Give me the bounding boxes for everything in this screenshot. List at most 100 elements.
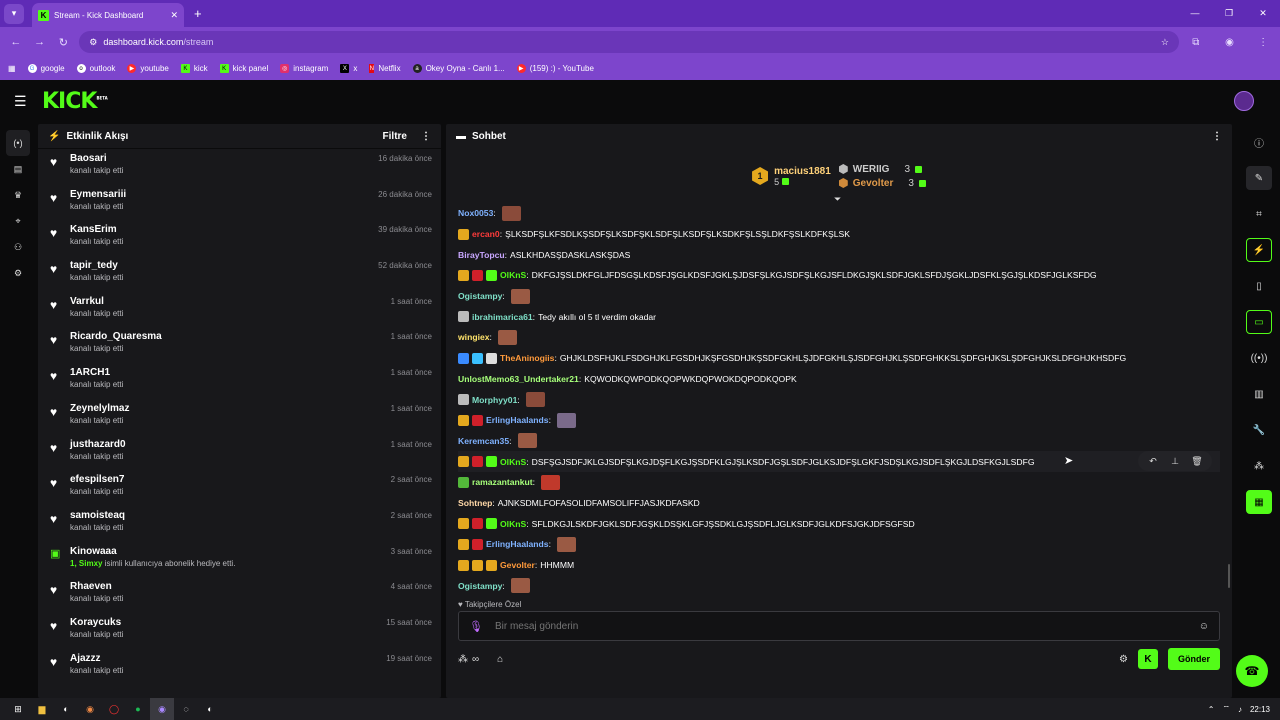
kick-bot-icon[interactable]: K [1137, 649, 1158, 669]
chat-username[interactable]: Keremcan35 [458, 436, 509, 446]
chat-username[interactable]: ibrahimarica61 [472, 312, 533, 322]
activity-item[interactable]: ♥ 1ARCH1 kanalı takip etti 1 saat önce [50, 363, 432, 399]
activity-username[interactable]: efespilsen7 [70, 474, 124, 485]
chat-message[interactable]: wingiex: [458, 327, 1220, 348]
wrench-icon[interactable]: 🔧 [1246, 418, 1272, 442]
new-tab-icon[interactable]: + [194, 6, 202, 21]
chat-message[interactable]: Nox0053: [458, 203, 1220, 224]
store-icon[interactable]: ⌂ [497, 654, 503, 665]
extensions-icon[interactable]: ⧉ [1179, 37, 1213, 48]
spotify-icon[interactable]: ● [126, 698, 150, 720]
chat-message[interactable]: Keremcan35: [458, 431, 1220, 452]
activity-username[interactable]: Kinowaaa [70, 546, 235, 557]
close-window-icon[interactable]: ✕ [1246, 8, 1280, 19]
activity-item[interactable]: ♥ tapir_tedy kanalı takip etti 52 dakika ön… [50, 256, 432, 292]
minimize-icon[interactable]: — [1178, 8, 1212, 19]
bookmark-google[interactable]: Ggoogle [27, 64, 65, 73]
chat-username[interactable]: wingiex [458, 332, 490, 342]
activity-username[interactable]: Koraycuks [70, 617, 123, 628]
activity-item[interactable]: ♥ Rhaeven kanalı takip etti 4 saat önce [50, 577, 432, 613]
clock[interactable]: 22:13 [1250, 705, 1270, 714]
chat-username[interactable]: Nox0053 [458, 208, 493, 218]
edit-icon[interactable]: ✎ [1246, 166, 1272, 190]
volume-icon[interactable]: ♪ [1238, 705, 1242, 714]
forward-icon[interactable]: → [28, 36, 52, 48]
activity-item[interactable]: ♥ Varrkul kanalı takip etti 1 saat önce [50, 292, 432, 328]
tab-search-icon[interactable]: ▾ [4, 3, 24, 24]
chat-message[interactable]: Ogistampy: [458, 575, 1220, 596]
capture-icon[interactable]: ⌗ [1246, 202, 1272, 226]
chat-message[interactable]: TheAninogiis: GHJKLDSFHJKLFSDGHJKLFGSDHJK… [458, 348, 1220, 369]
live-stream-nav-icon[interactable]: (•) [6, 130, 30, 156]
chat-message[interactable]: ramazantankut: [458, 472, 1220, 493]
bookmark-youtube-video[interactable]: ▶ (159) :) - YouTube [516, 64, 594, 73]
chat-username[interactable]: ercan0 [472, 229, 500, 239]
browser-tab-active[interactable]: K Stream - Kick Dashboard ✕ [32, 3, 184, 27]
microphone-icon[interactable]: 🎙 [469, 620, 483, 633]
tray-chevron-icon[interactable]: ⌃ [1208, 705, 1215, 714]
chat-username[interactable]: Ogistampy [458, 291, 502, 301]
chat-username[interactable]: OlKnS [500, 457, 526, 467]
document-icon[interactable]: ▯ [1246, 274, 1272, 298]
activity-item[interactable]: ▣ Kinowaaa 1, Simxy isimli kullanıcıya abo… [50, 542, 432, 578]
bookmark-outlook[interactable]: o outlook [76, 64, 115, 73]
chat-message[interactable]: Morphyy01: [458, 389, 1220, 410]
chat-username[interactable]: ErlingHaalands [486, 539, 549, 549]
steam-icon[interactable]: ◐ [54, 698, 78, 720]
chat-message[interactable]: UnlostMemo63_Undertaker21: KQWODKQWPODKQO… [458, 369, 1220, 390]
file-explorer-icon[interactable]: ▆ [30, 698, 54, 720]
restore-icon[interactable]: ❐ [1212, 8, 1246, 19]
chat-username[interactable]: Morphyy01 [472, 395, 517, 405]
chat-message-input[interactable] [494, 620, 1199, 632]
obs-icon[interactable]: ◌ [174, 698, 198, 720]
bookmark-okey[interactable]: a Okey Oyna - Canlı 1... [412, 64, 505, 73]
url-field[interactable]: ⚙ dashboard.kick.com/stream ☆ [79, 31, 1179, 53]
opera-icon[interactable]: ◯ [102, 698, 126, 720]
chat-username[interactable]: OlKnS [500, 270, 526, 280]
activity-username[interactable]: tapir_tedy [70, 260, 123, 271]
bookmark-instagram[interactable]: ◎ instagram [280, 64, 328, 73]
back-icon[interactable]: ← [4, 36, 28, 48]
chat-scrollbar[interactable] [1228, 564, 1230, 588]
network-icon[interactable]: ⌔ [1222, 704, 1230, 714]
chat-message[interactable]: Sohtnep: AJNKSDMLFOFASOLIDFAMSOLIFFJASJKD… [458, 493, 1220, 514]
bookmark-x[interactable]: Xx [340, 64, 357, 73]
site-info-icon[interactable]: ⚙ [89, 37, 97, 48]
chat-username[interactable]: ErlingHaalands [486, 415, 549, 425]
trophy-nav-icon[interactable]: ♛ [6, 182, 30, 208]
chat-message[interactable]: Gevolter: HHMMM [458, 555, 1220, 576]
chat-username[interactable]: Gevolter [500, 560, 535, 570]
send-button[interactable]: Gönder [1167, 648, 1220, 670]
chat-message[interactable]: ibrahimarica61: Tedy akıllı ol 5 tl verdi… [458, 306, 1220, 327]
activity-username[interactable]: justhazard0 [70, 439, 126, 450]
chat-settings-icon[interactable]: ⚙ [1119, 654, 1128, 665]
target-nav-icon[interactable]: ⌖ [6, 208, 30, 234]
points-icon[interactable]: ⁂ [458, 654, 468, 665]
kick-logo[interactable]: KICKBETA [42, 89, 108, 114]
activity-username[interactable]: samoisteaq [70, 510, 125, 521]
share-icon[interactable]: ⁂ [1246, 454, 1272, 478]
activity-item[interactable]: ♥ KansErim kanalı takip etti 39 dakika önce [50, 220, 432, 256]
apps-grid-icon[interactable]: ▦ [8, 64, 16, 73]
chat-message[interactable]: OlKnS: DKFGJŞSLDKFGLJFDSGŞLKDSFJŞGLKDSFJG… [458, 265, 1220, 286]
activity-item[interactable]: ♥ Ajazzz kanalı takip etti 19 saat önce [50, 649, 432, 685]
activity-username[interactable]: Baosari [70, 153, 123, 164]
leaderboard-second-name[interactable]: WERIIG [853, 164, 890, 175]
filter-button[interactable]: Filtre [383, 131, 407, 142]
infinity-icon[interactable]: ∞ [472, 654, 479, 665]
analytics-nav-icon[interactable]: ▤ [6, 156, 30, 182]
hamburger-menu-icon[interactable]: ☰ [14, 93, 30, 110]
activity-username[interactable]: Ricardo_Quaresma [70, 331, 162, 342]
chat-username[interactable]: ramazantankut [472, 477, 533, 487]
bookmark-youtube[interactable]: ▶ youtube [127, 64, 169, 73]
bookmark-netflix[interactable]: N Netflix [369, 64, 401, 73]
info-icon[interactable]: ⓘ [1246, 130, 1272, 154]
chat-username[interactable]: UnlostMemo63_Undertaker21 [458, 374, 579, 384]
profile-icon[interactable]: ◉ [1213, 37, 1247, 48]
activity-item[interactable]: ♥ Ricardo_Quaresma kanalı takip etti 1 saat… [50, 327, 432, 363]
chat-username[interactable]: Ogistampy [458, 581, 502, 591]
chat-icon[interactable]: ▭ [1246, 310, 1272, 334]
chat-message[interactable]: Ogistampy: [458, 286, 1220, 307]
users-nav-icon[interactable]: ⚇ [6, 234, 30, 260]
activity-item[interactable]: ♥ Koraycuks kanalı takip etti 15 saat önce [50, 613, 432, 649]
